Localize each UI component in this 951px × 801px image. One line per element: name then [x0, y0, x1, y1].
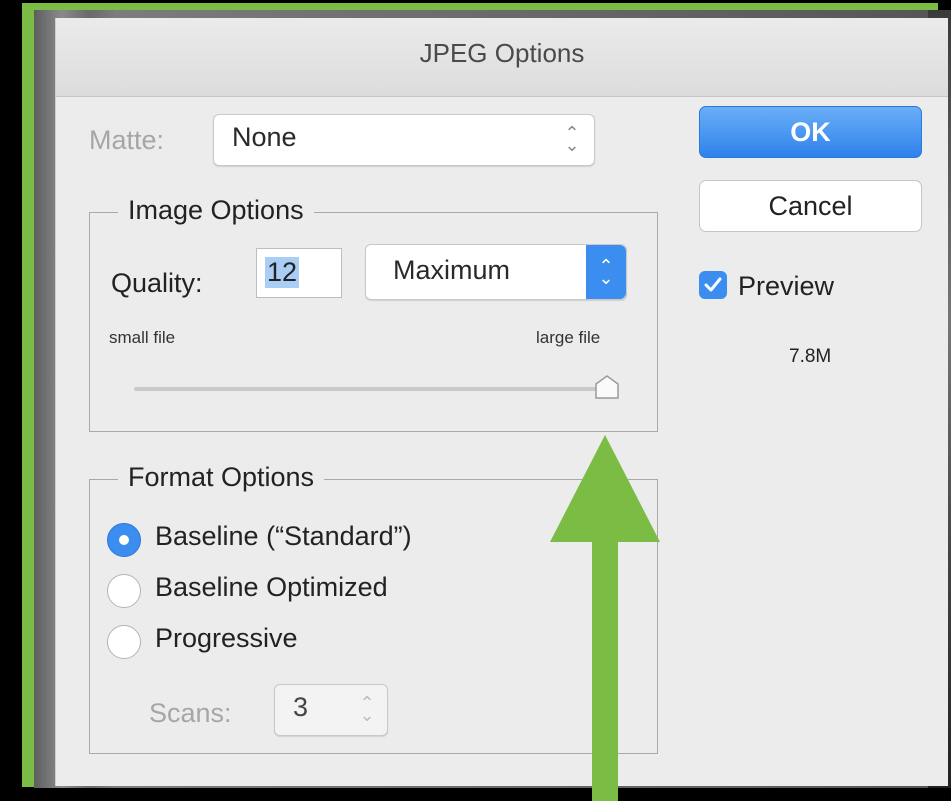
checkmark-icon [704, 277, 722, 292]
scans-label: Scans: [149, 698, 232, 728]
updown-chevron-icon: ⌃ ⌄ [564, 123, 580, 155]
large-file-label: large file [536, 328, 601, 347]
baseline-standard-radio[interactable] [107, 523, 141, 557]
quality-slider-track[interactable] [134, 387, 618, 391]
quality-input[interactable]: 12 [256, 248, 342, 298]
cancel-button[interactable]: Cancel [699, 180, 922, 232]
dialog-titlebar: JPEG Options [56, 18, 948, 97]
jpeg-options-dialog: JPEG Options Matte: None ⌃ ⌄ Image Option… [55, 18, 948, 786]
preview-label: Preview [738, 271, 835, 301]
baseline-optimized-radio[interactable] [107, 574, 141, 608]
quality-value: 12 [265, 257, 300, 288]
preset-stepper: ⌃ ⌄ [586, 245, 626, 299]
dialog-title: JPEG Options [419, 38, 585, 68]
matte-value: None [232, 122, 297, 152]
scans-select[interactable]: 3 ⌃ ⌄ [274, 684, 388, 736]
progressive-label: Progressive [155, 623, 298, 653]
quality-preset-value: Maximum [393, 255, 511, 285]
ok-button[interactable]: OK [699, 106, 922, 158]
preview-checkbox[interactable] [699, 271, 727, 299]
scans-value: 3 [293, 692, 309, 722]
image-options-title: Image Options [118, 195, 314, 226]
quality-preset-select[interactable]: Maximum ⌃ ⌄ [365, 244, 627, 300]
small-file-label: small file [109, 328, 176, 347]
format-options-title: Format Options [118, 462, 325, 493]
baseline-standard-label: Baseline (“Standard”) [155, 521, 412, 551]
updown-chevron-icon: ⌃ ⌄ [598, 256, 614, 288]
quality-label: Quality: [111, 268, 203, 298]
file-size-value: 7.8M [789, 346, 832, 367]
annotation-arrow-icon [550, 435, 660, 801]
matte-select[interactable]: None ⌃ ⌄ [213, 114, 595, 166]
quality-slider-thumb[interactable] [593, 374, 621, 400]
matte-label: Matte: [89, 125, 165, 155]
updown-chevron-icon: ⌃ ⌄ [359, 693, 375, 725]
progressive-radio[interactable] [107, 625, 141, 659]
baseline-optimized-label: Baseline Optimized [155, 572, 388, 602]
